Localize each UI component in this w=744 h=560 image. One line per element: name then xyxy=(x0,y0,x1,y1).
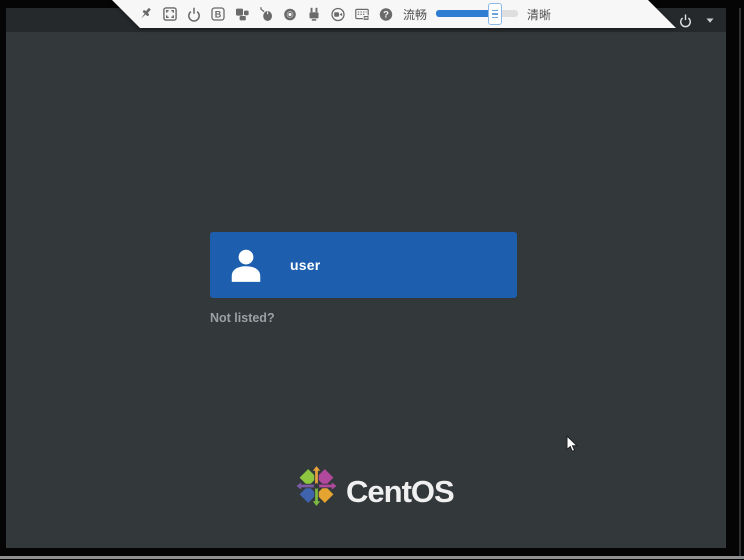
user-tile[interactable]: user xyxy=(210,232,517,298)
quality-slider-handle[interactable] xyxy=(488,3,502,25)
quality-slider-fill xyxy=(436,10,496,17)
toolbar-icon-row: B xyxy=(138,0,394,28)
cd-disc-icon[interactable] xyxy=(282,6,298,22)
remote-screen: user Not listed? CentOS xyxy=(6,8,726,548)
not-listed-link[interactable]: Not listed? xyxy=(210,311,275,325)
svg-text:?: ? xyxy=(383,10,389,21)
shortcut-keys-icon[interactable] xyxy=(234,6,250,22)
quality-slider-track[interactable] xyxy=(436,0,518,28)
window-bottom-edge xyxy=(0,556,744,559)
window-right-edge xyxy=(739,8,741,556)
virtual-keyboard-icon[interactable] xyxy=(354,6,370,22)
pin-icon[interactable] xyxy=(138,6,154,22)
centos-logo: CentOS xyxy=(294,463,454,514)
fullscreen-icon[interactable] xyxy=(162,6,178,22)
power-icon[interactable] xyxy=(186,6,202,22)
user-avatar-icon xyxy=(227,246,265,284)
screen-record-icon[interactable] xyxy=(330,6,346,22)
svg-text:B: B xyxy=(215,9,222,19)
power-icon[interactable] xyxy=(678,13,693,28)
chevron-down-icon[interactable] xyxy=(706,18,714,23)
centos-symbol-icon xyxy=(294,463,339,514)
remote-toolbar: B xyxy=(112,0,676,28)
remote-toolbar-body: B xyxy=(112,0,676,28)
viewer-window: { "viewer_toolbar": { "letter_b_label": … xyxy=(0,0,744,560)
user-tile-name: user xyxy=(290,257,320,273)
centos-wordmark: CentOS xyxy=(346,474,454,510)
mouse-cursor-icon xyxy=(566,435,579,458)
help-icon[interactable]: ? xyxy=(378,6,394,22)
quality-slider: 流畅 清晰 xyxy=(403,0,551,28)
usb-drive-icon[interactable] xyxy=(306,6,322,22)
mouse-cable-icon[interactable] xyxy=(258,6,274,22)
letter-b-icon[interactable]: B xyxy=(210,6,226,22)
quality-label-smooth: 流畅 xyxy=(403,6,427,23)
quality-label-sharp: 清晰 xyxy=(527,6,551,23)
